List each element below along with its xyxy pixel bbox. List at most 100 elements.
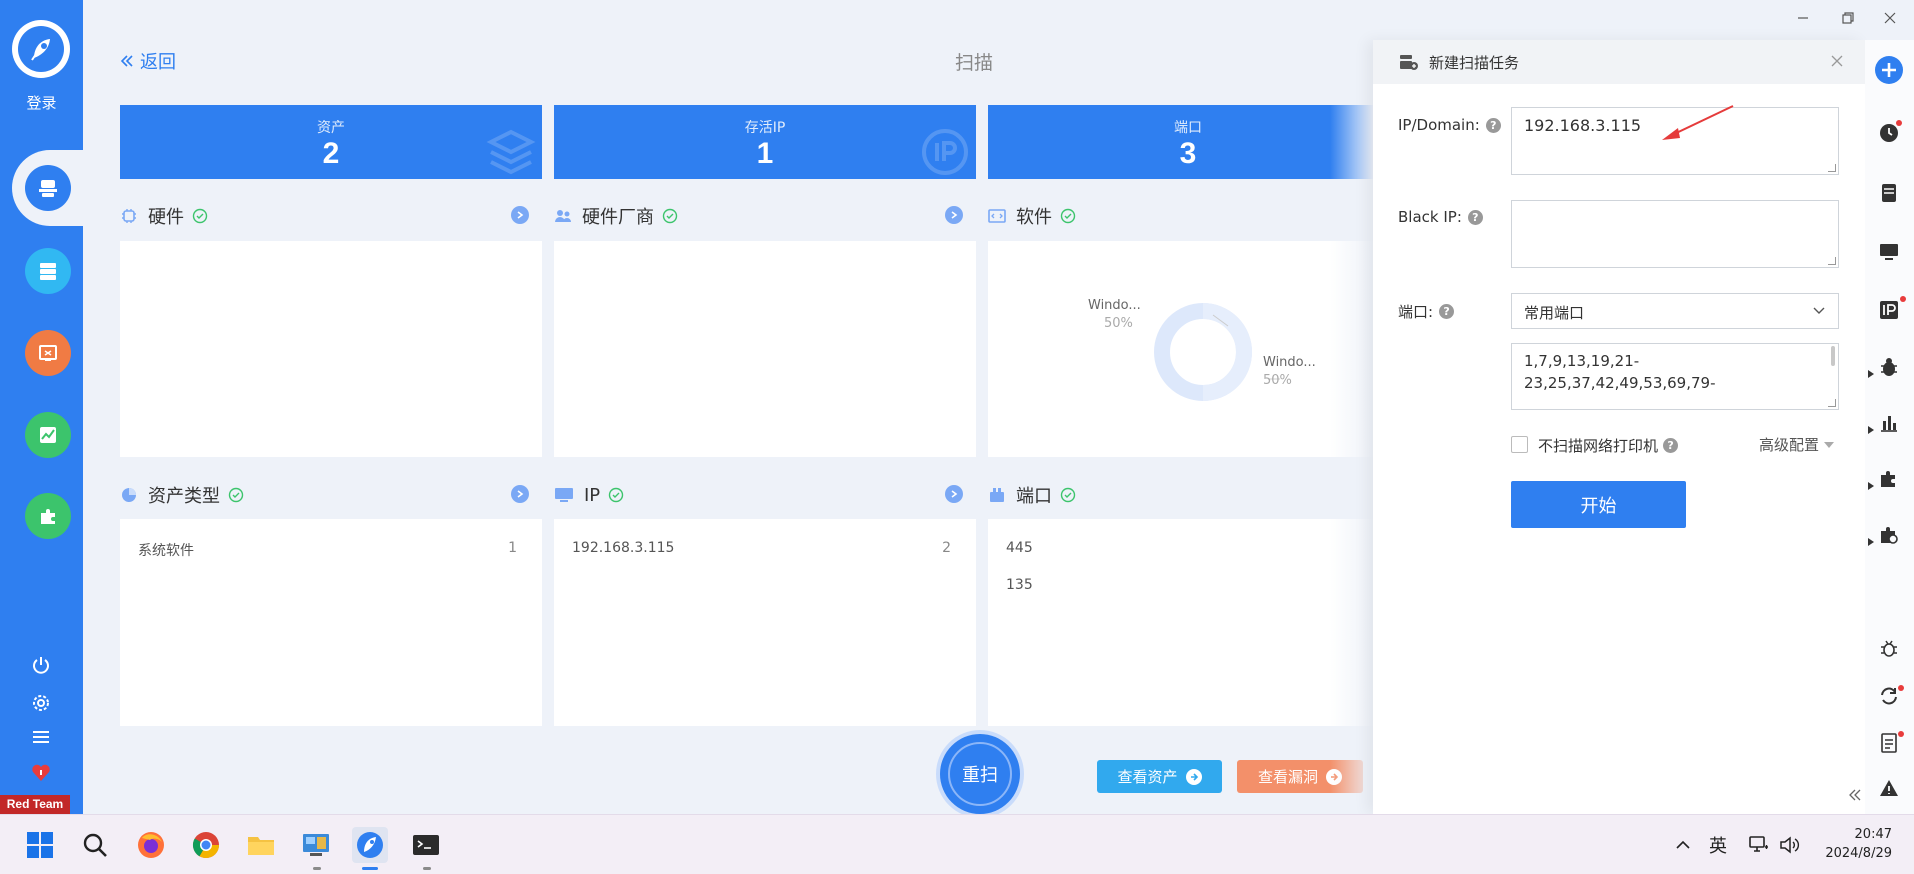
port-list-input[interactable]: 1,7,9,13,19,21- 23,25,37,42,49,53,69,79-: [1511, 343, 1839, 410]
sidebar-item-plugins[interactable]: [25, 493, 71, 539]
restore-icon: [1842, 12, 1854, 24]
rocket-app-icon: [357, 832, 383, 858]
back-link[interactable]: 返回: [120, 48, 176, 74]
sidebar-item-report[interactable]: [25, 330, 71, 376]
add-task-button[interactable]: [1874, 55, 1904, 85]
check-circle-icon: [608, 487, 624, 503]
list-item[interactable]: 445: [1006, 540, 1363, 556]
login-label[interactable]: 登录: [0, 92, 83, 113]
vuln-scan-button[interactable]: [1874, 352, 1904, 382]
caret-down-icon: [1824, 441, 1835, 448]
help-icon[interactable]: ?: [1485, 117, 1501, 133]
running-indicator: [423, 867, 431, 870]
scrollbar-thumb[interactable]: [1831, 346, 1835, 366]
panel-expand-button[interactable]: [945, 206, 963, 224]
panel-title: 软件: [1016, 207, 1052, 228]
notification-dot: [1898, 685, 1904, 691]
advanced-config-toggle[interactable]: 高级配置: [1759, 434, 1835, 455]
minimize-button[interactable]: [1788, 6, 1818, 30]
resize-grip-icon[interactable]: [1828, 399, 1836, 407]
sidebar-item-scan[interactable]: [25, 165, 71, 211]
panel-body-software: Windo... 50% Windo... 50%: [988, 241, 1388, 457]
network-icon[interactable]: [1748, 833, 1770, 857]
close-icon: [1831, 55, 1843, 67]
bug-heart-icon[interactable]: [28, 760, 54, 786]
list-item[interactable]: 192.168.3.115 2: [572, 540, 951, 556]
list-item[interactable]: 系统软件 1: [138, 540, 517, 560]
panel-title: 硬件厂商: [582, 207, 654, 228]
running-indicator: [313, 867, 321, 870]
warning-icon: [1880, 780, 1898, 796]
black-ip-label-text: Black IP:: [1398, 208, 1462, 226]
list-item-count: 2: [942, 540, 951, 556]
minimize-icon: [1798, 17, 1808, 19]
volume-icon[interactable]: [1779, 833, 1801, 857]
terminal-button[interactable]: [408, 827, 444, 863]
panel-expand-button[interactable]: [945, 485, 963, 503]
scanner-app-button[interactable]: [352, 827, 388, 863]
monitor-button[interactable]: [1874, 237, 1904, 267]
donut-label: Windo...: [1263, 355, 1316, 370]
clock-date: 2024/8/29: [1825, 846, 1892, 861]
sidebar-item-assets[interactable]: [25, 248, 71, 294]
port-icon: [990, 488, 1004, 502]
double-chevron-left-icon: [120, 55, 133, 67]
storage-button[interactable]: [1874, 178, 1904, 208]
dialog-title: 新建扫描任务: [1429, 53, 1520, 72]
list-item[interactable]: 135: [1006, 577, 1363, 593]
new-task-icon: [1400, 55, 1418, 70]
search-button[interactable]: [77, 827, 113, 863]
debug-button[interactable]: [1874, 633, 1904, 663]
file-explorer-button[interactable]: [243, 827, 279, 863]
stats-button[interactable]: [1874, 408, 1904, 438]
extensions-button[interactable]: [1874, 520, 1904, 550]
tray-overflow-button[interactable]: [1675, 833, 1691, 857]
menu-icon[interactable]: [28, 724, 54, 750]
restore-button[interactable]: [1833, 6, 1863, 30]
start-label: 开始: [1580, 495, 1617, 517]
gear-icon[interactable]: [28, 690, 54, 716]
start-menu-button[interactable]: [22, 827, 58, 863]
view-assets-button[interactable]: 查看资产: [1097, 760, 1222, 793]
sidebar-item-monitor[interactable]: [25, 412, 71, 458]
ime-indicator[interactable]: 英: [1709, 833, 1727, 857]
chrome-button[interactable]: [188, 827, 224, 863]
panel-title: 资产类型: [148, 486, 220, 507]
port-select[interactable]: 常用端口: [1511, 293, 1839, 329]
donut-label-lines: [1212, 314, 1280, 380]
firefox-button[interactable]: [133, 827, 169, 863]
panel-expand-button[interactable]: [511, 206, 529, 224]
alert-button[interactable]: [1874, 773, 1904, 803]
panel-body-port: 445 135: [988, 519, 1388, 726]
plugin-button[interactable]: [1874, 464, 1904, 494]
power-icon[interactable]: [28, 652, 54, 678]
resize-grip-icon[interactable]: [1828, 257, 1836, 265]
help-icon[interactable]: ?: [1467, 209, 1483, 225]
control-panel-button[interactable]: [298, 827, 334, 863]
puzzle-icon: [41, 509, 55, 524]
dialog-close-button[interactable]: [1827, 51, 1847, 71]
rescan-label: 重扫: [962, 765, 998, 786]
panel-body-ip: 192.168.3.115 2: [554, 519, 976, 726]
panel-expand-button[interactable]: [511, 485, 529, 503]
list-item-name: 系统软件: [138, 543, 194, 559]
close-window-button[interactable]: [1875, 6, 1905, 30]
stat-card-ports[interactable]: 端口 3: [988, 105, 1388, 179]
collapse-panel-button[interactable]: [1848, 782, 1862, 808]
check-circle-icon: [1060, 487, 1076, 503]
stat-label: 资产: [317, 120, 345, 136]
system-clock[interactable]: 20:47 2024/8/29: [1825, 825, 1892, 863]
help-icon[interactable]: ?: [1663, 438, 1679, 453]
black-ip-input[interactable]: [1511, 200, 1839, 268]
chrome-icon: [192, 832, 220, 859]
port-select-value: 常用端口: [1524, 304, 1585, 322]
stat-card-assets[interactable]: 资产 2: [120, 105, 542, 179]
app-logo[interactable]: [12, 20, 70, 78]
help-icon[interactable]: ?: [1439, 304, 1455, 319]
stat-card-live-ip[interactable]: 存活IP 1: [554, 105, 976, 179]
start-button[interactable]: 开始: [1511, 481, 1686, 528]
no-printer-checkbox[interactable]: [1511, 436, 1528, 453]
rescan-button[interactable]: 重扫: [940, 734, 1020, 814]
panel-header-asset-type: 资产类型: [120, 481, 244, 509]
resize-grip-icon[interactable]: [1828, 164, 1836, 172]
